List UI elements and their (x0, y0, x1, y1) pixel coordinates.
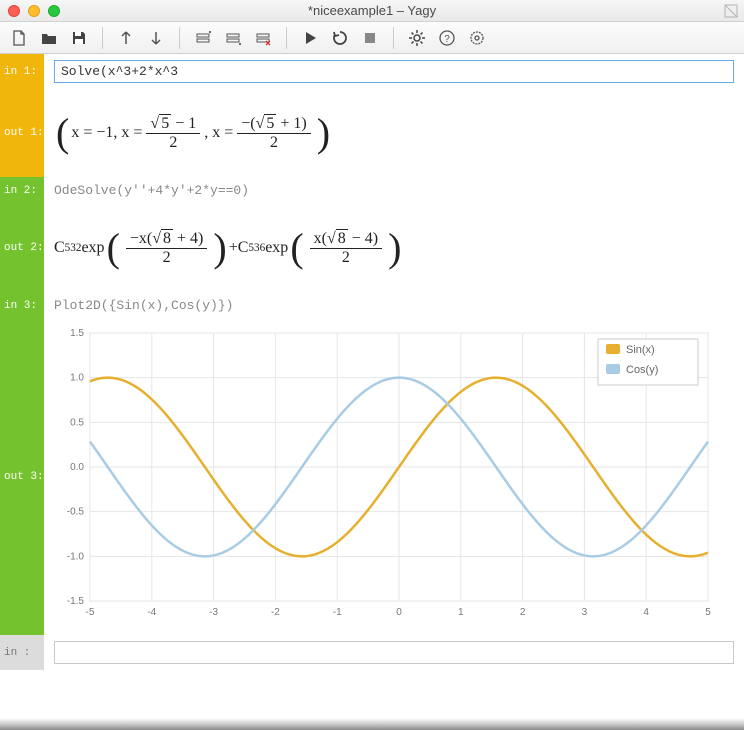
plot-container: -5 -4 -3 -2 -1 0 1 2 3 4 5 -1.5 -1.0 -0.5 0.0 0.5 1.0 1.5… (44, 319, 744, 635)
cell-1-in-row: in 1: (0, 54, 744, 89)
svg-text:1: 1 (458, 607, 464, 618)
cell-empty-input-field[interactable] (54, 641, 734, 664)
close-window-button[interactable] (8, 5, 20, 17)
svg-text:0.0: 0.0 (70, 462, 84, 473)
cell-3-input-text: Plot2D({Sin(x),Cos(y)}) (54, 298, 233, 313)
svg-text:4: 4 (643, 607, 649, 618)
svg-text:-1.5: -1.5 (67, 596, 85, 607)
svg-text:-0.5: -0.5 (67, 507, 85, 518)
settings-button[interactable] (404, 26, 430, 50)
svg-text:-1.0: -1.0 (67, 551, 85, 562)
titlebar: *niceexample1 – Yagy (0, 0, 744, 22)
cell-1-out-gutter: out 1: (0, 89, 44, 177)
cell-2-out-gutter: out 2: (0, 204, 44, 292)
workspace[interactable]: in 1: out 1: ( x = −1, x = 5 − 1 2 , x = (0, 54, 744, 718)
open-file-button[interactable] (36, 26, 62, 50)
bottom-shadow (0, 718, 744, 730)
cell-empty-in-row: in : (0, 635, 744, 670)
toolbar-separator (102, 27, 103, 49)
svg-text:Cos(y): Cos(y) (626, 364, 658, 376)
traffic-lights (0, 5, 60, 17)
toolbar-separator (393, 27, 394, 49)
cell-2-in-content[interactable]: OdeSolve(y''+4*y'+2*y==0) (44, 177, 744, 204)
cell-1-input-field[interactable] (54, 60, 734, 83)
svg-text:0: 0 (396, 607, 402, 618)
cell-1-in-content (44, 54, 744, 89)
cell-1-out-row: out 1: ( x = −1, x = 5 − 1 2 , x = −(5 +… (0, 89, 744, 177)
save-file-button[interactable] (66, 26, 92, 50)
insert-cell-below-button[interactable] (220, 26, 246, 50)
cell-1-output: ( x = −1, x = 5 − 1 2 , x = −(5 + 1) 2 ) (44, 89, 744, 177)
move-down-button[interactable] (143, 26, 169, 50)
stop-button[interactable] (357, 26, 383, 50)
app-window: *niceexample1 – Yagy (0, 0, 744, 730)
cell-3-in-gutter: in 3: (0, 292, 44, 319)
math-text: x = −1, x = (71, 124, 142, 142)
target-button[interactable] (464, 26, 490, 50)
cell-2-in-gutter: in 2: (0, 177, 44, 204)
maximize-icon[interactable] (724, 4, 738, 18)
toolbar: ? (0, 22, 744, 54)
svg-text:5: 5 (705, 607, 711, 618)
cell-3-in-content[interactable]: Plot2D({Sin(x),Cos(y)}) (44, 292, 744, 319)
help-button[interactable]: ? (434, 26, 460, 50)
cell-1-in-gutter: in 1: (0, 54, 44, 89)
toolbar-separator (286, 27, 287, 49)
move-up-button[interactable] (113, 26, 139, 50)
toolbar-separator (179, 27, 180, 49)
cell-2-out-row: out 2: C532 exp ( −x(8 + 4) 2 ) + C536 e… (0, 204, 744, 292)
zoom-window-button[interactable] (48, 5, 60, 17)
cell-2-input-text: OdeSolve(y''+4*y'+2*y==0) (54, 183, 249, 198)
cell-empty-content (44, 635, 744, 670)
new-file-button[interactable] (6, 26, 32, 50)
cell-empty-gutter: in : (0, 635, 44, 670)
cell-3-out-row: out 3: -5 -4 -3 -2 -1 0 1 2 3 4 5 -1.5 -1.0 -0.5 0.0 0.… (0, 319, 744, 635)
cell-2-in-row: in 2: OdeSolve(y''+4*y'+2*y==0) (0, 177, 744, 204)
cell-3-in-row: in 3: Plot2D({Sin(x),Cos(y)}) (0, 292, 744, 319)
window-title: *niceexample1 – Yagy (0, 3, 744, 18)
svg-text:-5: -5 (86, 607, 95, 618)
svg-text:Sin(x): Sin(x) (626, 344, 655, 356)
delete-cell-button[interactable] (250, 26, 276, 50)
svg-text:2: 2 (520, 607, 526, 618)
svg-text:?: ? (444, 34, 450, 45)
svg-text:-1: -1 (333, 607, 342, 618)
plot-chart: -5 -4 -3 -2 -1 0 1 2 3 4 5 -1.5 -1.0 -0.5 0.0 0.5 1.0 1.5… (48, 325, 718, 625)
svg-text:1.0: 1.0 (70, 373, 84, 384)
svg-text:-4: -4 (147, 607, 156, 618)
svg-text:1.5: 1.5 (70, 328, 84, 339)
restart-button[interactable] (327, 26, 353, 50)
cell-3-out-gutter: out 3: (0, 319, 44, 635)
svg-text:-2: -2 (271, 607, 280, 618)
svg-text:0.5: 0.5 (70, 417, 84, 428)
svg-text:3: 3 (582, 607, 588, 618)
insert-cell-above-button[interactable] (190, 26, 216, 50)
run-button[interactable] (297, 26, 323, 50)
minimize-window-button[interactable] (28, 5, 40, 17)
svg-text:-3: -3 (209, 607, 218, 618)
cell-2-output: C532 exp ( −x(8 + 4) 2 ) + C536 exp ( x(… (44, 204, 744, 292)
